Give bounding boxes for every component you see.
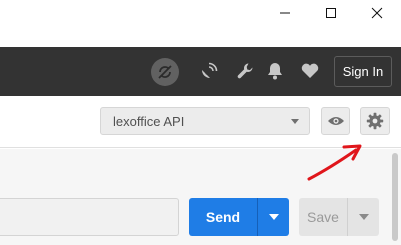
environment-select-value: lexoffice API <box>113 113 185 129</box>
minimize-button[interactable] <box>262 0 308 26</box>
save-options-button[interactable] <box>347 198 379 236</box>
close-button[interactable] <box>354 0 400 26</box>
bell-icon <box>268 63 282 80</box>
heart-icon <box>301 63 319 78</box>
gear-icon <box>366 112 384 130</box>
notifications-button[interactable] <box>264 60 286 82</box>
sync-off-icon <box>158 65 172 79</box>
wrench-icon <box>237 63 253 79</box>
satellite-icon <box>202 62 218 78</box>
eye-icon <box>327 117 344 125</box>
scrollbar-thumb[interactable] <box>392 153 398 241</box>
environment-bar: lexoffice API <box>0 96 401 148</box>
request-url-input[interactable] <box>0 198 179 236</box>
request-builder: Send Save <box>0 149 401 245</box>
app-header: Sign In <box>0 47 401 96</box>
vertical-scrollbar[interactable] <box>389 149 401 245</box>
close-icon <box>371 7 383 19</box>
sync-off-button[interactable] <box>151 58 179 86</box>
save-button[interactable]: Save <box>299 198 347 236</box>
maximize-icon <box>326 8 336 18</box>
minimize-icon <box>280 12 290 14</box>
settings-wrench-button[interactable] <box>234 60 256 82</box>
environment-select[interactable]: lexoffice API <box>100 107 310 135</box>
send-button[interactable]: Send <box>189 198 257 236</box>
manage-environments-button[interactable] <box>360 107 390 135</box>
chevron-down-icon <box>358 214 369 220</box>
favorites-button[interactable] <box>299 60 321 82</box>
chevron-down-icon <box>291 119 299 124</box>
send-options-button[interactable] <box>257 198 289 236</box>
sign-in-button[interactable]: Sign In <box>334 56 392 87</box>
chevron-down-icon <box>268 214 279 220</box>
maximize-button[interactable] <box>308 0 354 26</box>
app-window: Sign In lexoffice API Send Save <box>0 0 401 245</box>
environment-quick-look-button[interactable] <box>321 107 350 135</box>
title-bar <box>0 0 401 47</box>
interceptor-button[interactable] <box>198 60 220 82</box>
